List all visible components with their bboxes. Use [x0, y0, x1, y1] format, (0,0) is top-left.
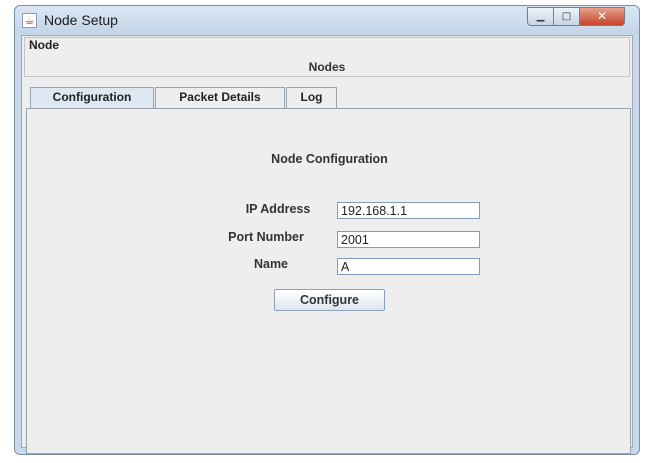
port-number-label: Port Number: [228, 230, 304, 244]
maximize-icon: □: [561, 11, 572, 22]
tab-log[interactable]: Log: [286, 87, 337, 108]
close-icon: ✕: [596, 9, 608, 23]
ip-address-field[interactable]: [337, 202, 480, 219]
node-panel: Node Nodes: [24, 37, 630, 77]
minimize-button[interactable]: ▁: [527, 7, 554, 26]
node-setup-window: ☕ Node Setup ▁ □ ✕ Node Nodes Configurat…: [14, 5, 640, 455]
name-field[interactable]: [337, 258, 480, 275]
maximize-button[interactable]: □: [553, 7, 580, 26]
title-bar[interactable]: ☕ Node Setup ▁ □ ✕: [15, 6, 639, 34]
configuration-panel: Node Configuration IP Address Port Numbe…: [26, 108, 631, 454]
minimize-icon: ▁: [536, 11, 545, 22]
configure-button[interactable]: Configure: [274, 289, 385, 311]
node-configuration-title: Node Configuration: [271, 152, 388, 166]
java-cup-icon: ☕: [22, 13, 37, 28]
ip-address-label: IP Address: [245, 202, 311, 216]
close-button[interactable]: ✕: [579, 7, 625, 26]
node-panel-legend: Node: [28, 38, 60, 52]
window-content: Node Nodes Configuration Packet Details …: [21, 35, 633, 454]
port-number-field[interactable]: [337, 231, 480, 248]
name-label: Name: [253, 257, 289, 271]
nodes-heading: Nodes: [308, 60, 346, 74]
tab-configuration[interactable]: Configuration: [30, 87, 154, 109]
window-title: Node Setup: [44, 12, 118, 28]
tab-packet-details[interactable]: Packet Details: [155, 87, 285, 108]
